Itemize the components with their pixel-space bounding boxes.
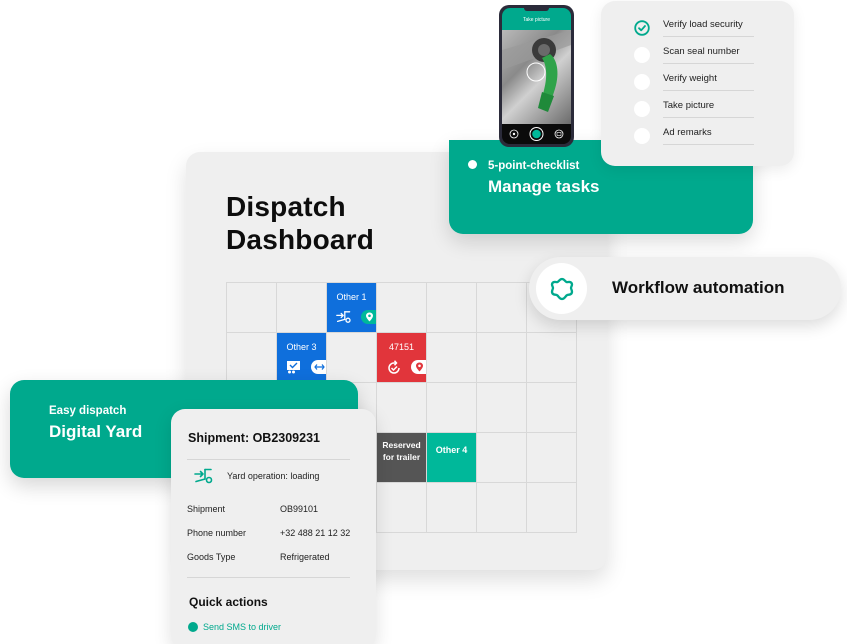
- unchecked-circle-icon[interactable]: [634, 128, 650, 144]
- grid-cell[interactable]: [477, 283, 527, 333]
- grid-cell[interactable]: [527, 483, 577, 533]
- unchecked-circle-icon[interactable]: [634, 47, 650, 63]
- flash-icon[interactable]: [509, 129, 519, 139]
- grid-cell[interactable]: [477, 383, 527, 433]
- field-key: Phone number: [187, 528, 247, 538]
- truck-check-icon: [286, 360, 302, 374]
- grid-cell[interactable]: [277, 283, 327, 333]
- grid-cell[interactable]: [477, 483, 527, 533]
- grid-cell[interactable]: [427, 483, 477, 533]
- grid-cell[interactable]: [227, 283, 277, 333]
- phone-notch: [524, 8, 549, 11]
- grid-cell[interactable]: Other 1: [327, 283, 377, 333]
- yard-operation-row: Yard operation: loading: [194, 468, 319, 484]
- yard-title: Digital Yard: [49, 422, 143, 441]
- yard-slot[interactable]: Other 4: [427, 433, 476, 482]
- grid-cell[interactable]: [477, 433, 527, 483]
- grid-cell[interactable]: [427, 333, 477, 383]
- checklist-item[interactable]: Verify load security: [634, 15, 786, 42]
- grid-cell[interactable]: Other 3: [277, 333, 327, 383]
- checklist-card: Verify load security Scan seal number Veri…: [601, 1, 794, 166]
- divider: [187, 577, 350, 578]
- location-pin-icon[interactable]: [411, 360, 426, 374]
- yard-slot[interactable]: Other 3: [277, 333, 326, 382]
- camera-preview: [502, 30, 571, 124]
- checklist-item-label: Scan seal number: [663, 46, 754, 64]
- tasks-subtitle: 5-point-checklist: [488, 160, 580, 172]
- grid-cell[interactable]: [527, 333, 577, 383]
- slot-label: 47151: [388, 342, 415, 352]
- yard-operation-icon: [194, 468, 213, 484]
- grid-cell[interactable]: Other 4: [427, 433, 477, 483]
- field-value: Refrigerated: [280, 552, 330, 562]
- unchecked-circle-icon[interactable]: [634, 74, 650, 90]
- location-pin-icon[interactable]: [361, 310, 376, 324]
- grid-cell[interactable]: [527, 383, 577, 433]
- shutter-button[interactable]: [529, 127, 544, 141]
- grid-cell[interactable]: [427, 383, 477, 433]
- slot-label: Other 4: [435, 445, 468, 455]
- checklist-item[interactable]: Verify weight: [634, 69, 786, 96]
- checklist-item[interactable]: Scan seal number: [634, 42, 786, 69]
- shipment-detail-card: Shipment: OB2309231 Yard operation: load…: [171, 409, 376, 644]
- shipment-title: Shipment: OB2309231: [188, 431, 320, 445]
- field-key: Shipment: [187, 504, 226, 514]
- quick-action-label[interactable]: Send SMS to driver: [203, 622, 281, 632]
- gear-flower-icon: [550, 277, 573, 300]
- seal-photo-icon: [502, 30, 571, 112]
- checklist-item-label: Take picture: [663, 100, 754, 118]
- yard-operation-icon: [336, 310, 352, 324]
- gallery-icon[interactable]: [554, 129, 564, 139]
- yard-slot[interactable]: Other 1: [327, 283, 376, 332]
- tasks-title: Manage tasks: [488, 177, 600, 196]
- grid-cell[interactable]: [377, 383, 427, 433]
- slot-label: Other 3: [286, 342, 317, 352]
- divider: [187, 459, 350, 460]
- checklist-item[interactable]: Take picture: [634, 96, 786, 123]
- grid-cell[interactable]: [327, 333, 377, 383]
- swap-arrows-icon[interactable]: [311, 360, 326, 374]
- phone-mockup: Take picture: [499, 5, 574, 147]
- yard-operation-text: Yard operation: loading: [227, 471, 320, 481]
- workflow-icon-badge: [536, 263, 587, 314]
- grid-cell[interactable]: [377, 283, 427, 333]
- grid-cell[interactable]: [227, 333, 277, 383]
- slot-label: Reserved for trailer: [382, 440, 421, 462]
- grid-cell[interactable]: [427, 283, 477, 333]
- bullet-dot-icon: [468, 160, 477, 169]
- unchecked-circle-icon[interactable]: [634, 101, 650, 117]
- checklist-item-label: Verify weight: [663, 73, 754, 91]
- checklist-item[interactable]: Ad remarks: [634, 123, 786, 150]
- field-value: +32 488 21 12 32: [280, 528, 351, 538]
- phone-screen: Take picture: [502, 8, 571, 144]
- grid-cell[interactable]: [527, 433, 577, 483]
- field-key: Goods Type: [187, 552, 236, 562]
- grid-cell[interactable]: [477, 333, 527, 383]
- refresh-check-icon: [386, 360, 402, 374]
- grid-cell[interactable]: Reserved for trailer: [377, 433, 427, 483]
- checklist-item-label: Ad remarks: [663, 127, 754, 145]
- checklist-item-label: Verify load security: [663, 19, 754, 37]
- workflow-automation-pill[interactable]: Workflow automation: [529, 257, 841, 320]
- camera-controls: [502, 124, 571, 144]
- checked-circle-icon[interactable]: [634, 20, 650, 36]
- grid-cell[interactable]: [377, 483, 427, 533]
- field-value: OB99101: [280, 504, 319, 514]
- page-title: Dispatch Dashboard: [226, 191, 375, 255]
- yard-slot[interactable]: 47151: [377, 333, 426, 382]
- yard-slot[interactable]: Reserved for trailer: [377, 433, 426, 482]
- workflow-label: Workflow automation: [612, 278, 785, 297]
- grid-cell[interactable]: 47151: [377, 333, 427, 383]
- yard-subtitle: Easy dispatch: [49, 405, 127, 417]
- slot-label: Other 1: [336, 292, 367, 302]
- quick-actions-title: Quick actions: [189, 595, 268, 609]
- send-sms-to-driver-button[interactable]: Send SMS to driver: [188, 622, 281, 632]
- phone-header: Take picture: [502, 8, 571, 30]
- action-dot-icon: [188, 622, 198, 632]
